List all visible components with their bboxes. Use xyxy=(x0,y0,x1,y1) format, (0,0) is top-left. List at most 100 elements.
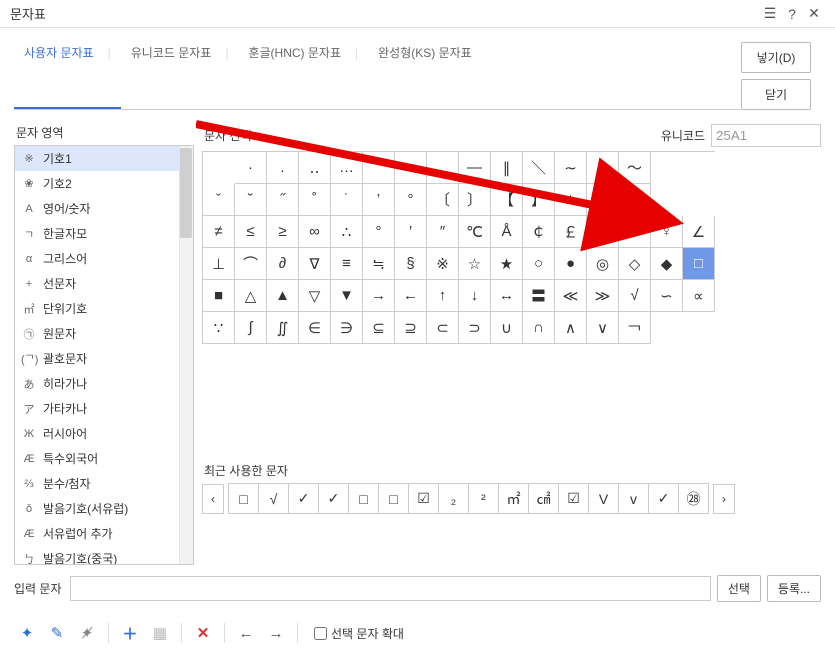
char-cell[interactable]: ∠ xyxy=(683,216,715,248)
category-item[interactable]: あ히라가나 xyxy=(15,371,193,396)
expand-checkbox[interactable]: 선택 문자 확대 xyxy=(314,625,404,642)
category-item[interactable]: Ж러시아어 xyxy=(15,421,193,446)
char-cell[interactable]: ￠ xyxy=(523,216,555,248)
char-cell[interactable]: □ xyxy=(683,248,715,280)
recent-cell[interactable]: ㎠ xyxy=(529,484,559,514)
char-cell[interactable]: ″ xyxy=(427,216,459,248)
char-cell[interactable]: 〃 xyxy=(395,152,427,184)
char-cell[interactable]: ∴ xyxy=(331,216,363,248)
char-cell[interactable]: ­ xyxy=(427,152,459,184)
category-item[interactable]: ㄅ발음기호(중국) xyxy=(15,546,193,565)
char-cell[interactable]: ∂ xyxy=(267,248,299,280)
char-cell[interactable]: ∩ xyxy=(523,312,555,344)
tool-plus[interactable]: ＋ xyxy=(117,620,143,646)
recent-cell[interactable]: ✓ xyxy=(289,484,319,514)
recent-cell[interactable]: ☑ xyxy=(409,484,439,514)
char-cell[interactable]: ∧ xyxy=(555,312,587,344)
expand-checkbox-input[interactable] xyxy=(314,627,327,640)
char-cell[interactable]: × xyxy=(587,184,619,216)
char-cell[interactable]: ▲ xyxy=(267,280,299,312)
char-cell[interactable]: Å xyxy=(491,216,523,248)
char-cell[interactable]: ° xyxy=(395,184,427,216)
char-cell[interactable]: ≠ xyxy=(203,216,235,248)
category-item[interactable]: ㄱ한글자모 xyxy=(15,221,193,246)
tool-remove[interactable]: ✦̸ xyxy=(74,620,100,646)
recent-cell[interactable]: v xyxy=(619,484,649,514)
char-cell[interactable]: ↔ xyxy=(491,280,523,312)
help-icon[interactable]: ? xyxy=(781,6,803,22)
char-cell[interactable]: ← xyxy=(395,280,427,312)
close-button[interactable]: 닫기 xyxy=(741,79,811,110)
char-cell[interactable]: ▽ xyxy=(299,280,331,312)
char-cell[interactable]: ∫ xyxy=(235,312,267,344)
recent-cell[interactable]: □ xyxy=(229,484,259,514)
char-cell[interactable]: 〓 xyxy=(523,280,555,312)
recent-cell[interactable]: √ xyxy=(259,484,289,514)
char-cell[interactable]: ◎ xyxy=(587,248,619,280)
char-cell[interactable]: ≤ xyxy=(235,216,267,248)
category-item[interactable]: ※기호1 xyxy=(15,146,193,171)
input-field[interactable] xyxy=(70,576,711,601)
category-item[interactable]: +선문자 xyxy=(15,271,193,296)
char-cell[interactable]: · xyxy=(235,152,267,184)
recent-cell[interactable]: ㉘ xyxy=(679,484,709,514)
category-item[interactable]: α그리스어 xyxy=(15,246,193,271)
char-cell[interactable]: ⊇ xyxy=(395,312,427,344)
char-cell[interactable]: 】 xyxy=(523,184,555,216)
char-cell[interactable]: ∬ xyxy=(267,312,299,344)
char-cell[interactable]: ♀ xyxy=(651,216,683,248)
char-cell[interactable]: 〕 xyxy=(459,184,491,216)
tool-marker[interactable]: ✎ xyxy=(44,620,70,646)
scrollbar[interactable] xyxy=(179,146,193,564)
char-cell[interactable]: ￥ xyxy=(587,216,619,248)
char-cell[interactable]: 【 xyxy=(491,184,523,216)
char-cell[interactable]: ∨ xyxy=(587,312,619,344)
tab-1[interactable]: 유니코드 문자표 xyxy=(121,36,239,109)
char-cell[interactable]: § xyxy=(395,248,427,280)
char-cell[interactable]: ‥ xyxy=(299,152,331,184)
char-cell[interactable]: ― xyxy=(459,152,491,184)
recent-cell[interactable]: ₂ xyxy=(439,484,469,514)
char-cell[interactable]: ★ xyxy=(491,248,523,280)
char-cell[interactable]: ◇ xyxy=(619,248,651,280)
char-cell[interactable]: ´ xyxy=(587,152,619,184)
char-cell[interactable]: ⊥ xyxy=(203,248,235,280)
char-cell[interactable]: ⊂ xyxy=(427,312,459,344)
char-cell[interactable]: ˝ xyxy=(267,184,299,216)
recent-cell[interactable]: ㎡ xyxy=(499,484,529,514)
char-cell[interactable]: ＼ xyxy=(523,152,555,184)
char-cell[interactable]: ≒ xyxy=(363,248,395,280)
tab-3[interactable]: 완성형(KS) 문자표 xyxy=(368,36,482,109)
category-item[interactable]: ㎡단위기호 xyxy=(15,296,193,321)
char-cell[interactable]: ● xyxy=(555,248,587,280)
char-cell[interactable]: ≫ xyxy=(587,280,619,312)
category-item[interactable]: ❀기호2 xyxy=(15,171,193,196)
unicode-input[interactable] xyxy=(711,124,821,147)
char-cell[interactable]: √ xyxy=(619,280,651,312)
insert-button[interactable]: 넣기(D) xyxy=(741,42,811,73)
recent-cell[interactable]: ☑ xyxy=(559,484,589,514)
char-cell[interactable]: △ xyxy=(235,280,267,312)
char-cell[interactable]: ◆ xyxy=(651,248,683,280)
recent-cell[interactable]: □ xyxy=(349,484,379,514)
char-cell[interactable]: ∇ xyxy=(299,248,331,280)
char-cell[interactable]: ¨ xyxy=(363,152,395,184)
tool-grid[interactable]: ▦ xyxy=(147,620,173,646)
char-cell[interactable]: ÷ xyxy=(619,184,651,216)
char-cell[interactable]: ∵ xyxy=(203,312,235,344)
char-cell[interactable]: ˇ xyxy=(203,184,235,216)
recent-cell[interactable]: ✓ xyxy=(649,484,679,514)
char-cell[interactable]: ∽ xyxy=(651,280,683,312)
tool-add-blue[interactable]: ✦ xyxy=(14,620,40,646)
char-cell[interactable]: ∈ xyxy=(299,312,331,344)
char-cell[interactable]: ˙ xyxy=(331,184,363,216)
tab-0[interactable]: 사용자 문자표 xyxy=(14,36,121,109)
char-cell[interactable]: . xyxy=(267,152,299,184)
category-item[interactable]: Æ서유럽어 추가 xyxy=(15,521,193,546)
char-cell[interactable]: ♂ xyxy=(619,216,651,248)
recent-cell[interactable]: □ xyxy=(379,484,409,514)
char-cell[interactable]: ⌒ xyxy=(235,248,267,280)
recent-next[interactable]: › xyxy=(713,484,735,514)
char-cell[interactable]: ※ xyxy=(427,248,459,280)
category-item[interactable]: ㉠원문자 xyxy=(15,321,193,346)
